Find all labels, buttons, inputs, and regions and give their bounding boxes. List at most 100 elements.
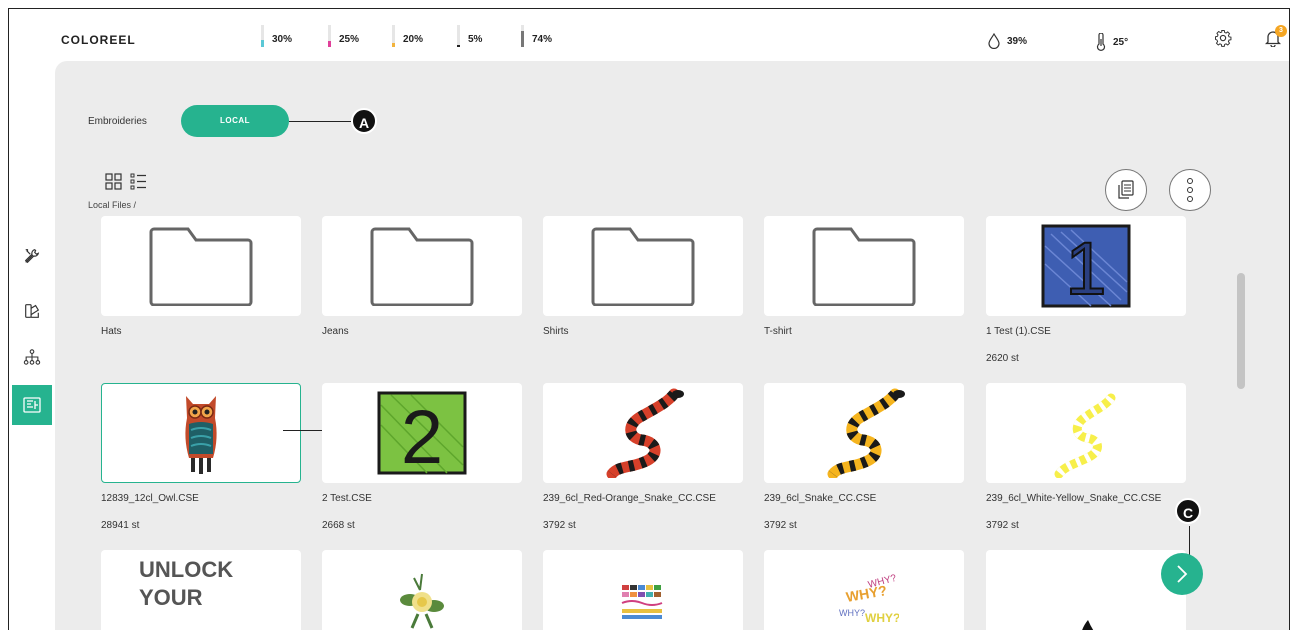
folder-card[interactable]: Jeans xyxy=(322,216,522,337)
ink-value: 5% xyxy=(468,34,483,45)
file-card-selected[interactable]: 12839_12cl_Owl.CSE 28941 st xyxy=(101,383,301,531)
file-card[interactable] xyxy=(986,550,1186,630)
next-page-button[interactable] xyxy=(1161,553,1203,595)
callout-c: C xyxy=(1175,498,1201,524)
gear-icon xyxy=(1215,30,1232,47)
file-card[interactable]: 1 1 Test (1).CSE 2620 st xyxy=(986,216,1186,364)
folder-icon xyxy=(370,227,474,306)
ink-fill-3 xyxy=(457,45,460,47)
sidebar-item-embroidery[interactable] xyxy=(12,385,52,425)
file-thumbnail[interactable] xyxy=(543,550,743,630)
file-thumbnail[interactable] xyxy=(764,216,964,316)
humidity-readout: 39% xyxy=(987,33,1027,49)
svg-text:1: 1 xyxy=(1065,227,1106,308)
flower-preview xyxy=(400,573,444,629)
temperature-readout: 25° xyxy=(1095,33,1128,51)
owl-embroidery-preview xyxy=(185,396,217,474)
red-snake-preview xyxy=(606,388,684,478)
unlock-text-preview: UNLOCK YOUR xyxy=(101,550,233,612)
file-thumbnail[interactable]: UNLOCK YOUR xyxy=(101,550,301,630)
breadcrumb[interactable]: Local Files / xyxy=(88,200,136,210)
sidebar-item-network[interactable] xyxy=(12,337,52,377)
file-name: Hats xyxy=(101,326,122,337)
file-thumbnail[interactable]: WHY? WHY? WHY? WHY? xyxy=(764,550,964,630)
file-thumbnail[interactable] xyxy=(101,383,301,483)
file-name: 239_6cl_Snake_CC.CSE xyxy=(764,493,877,504)
grid-view-icon[interactable] xyxy=(105,173,122,190)
file-thumbnail[interactable] xyxy=(543,216,743,316)
view-toggle xyxy=(105,173,147,190)
ink-value: 74% xyxy=(532,34,553,45)
file-thumbnail[interactable] xyxy=(101,216,301,316)
chevron-right-icon xyxy=(1177,565,1188,583)
settings-button[interactable] xyxy=(1214,29,1232,52)
why-text-preview: WHY? WHY? WHY? WHY? xyxy=(839,573,899,625)
folder-icon xyxy=(591,227,695,306)
ink-fill-2 xyxy=(392,43,395,47)
more-vertical-icon xyxy=(1187,178,1193,202)
vertical-scrollbar[interactable] xyxy=(1237,273,1245,389)
more-options-button[interactable] xyxy=(1169,169,1211,211)
file-name: 239_6cl_White-Yellow_Snake_CC.CSE xyxy=(986,493,1162,504)
section-label: Embroideries xyxy=(88,116,147,127)
sidebar-item-palette[interactable] xyxy=(12,291,52,331)
file-thumbnail[interactable] xyxy=(322,216,522,316)
ink-level-magenta: 25% xyxy=(328,25,359,49)
embroidery-preview-2: 2 xyxy=(377,391,467,475)
stitch-count: 2620 st xyxy=(986,353,1019,364)
app-logo: COLOREEL xyxy=(61,33,136,47)
ink-value: 20% xyxy=(403,34,424,45)
ink-value: 30% xyxy=(272,34,293,45)
sidebar-item-tools[interactable] xyxy=(12,236,52,276)
stitch-count: 2668 st xyxy=(322,520,355,531)
folder-card[interactable]: T-shirt xyxy=(764,216,964,337)
preview-text-line: YOUR xyxy=(139,585,203,610)
file-card[interactable]: UNLOCK YOUR xyxy=(101,550,301,630)
why-word: WHY? xyxy=(845,582,888,605)
file-thumbnail[interactable]: 1 xyxy=(986,216,1186,316)
ink-level-gray: 74% xyxy=(521,25,552,49)
ink-level-cyan: 30% xyxy=(261,25,292,49)
ink-fill-1 xyxy=(328,41,331,47)
embroidery-preview-1: 1 xyxy=(1041,224,1131,308)
svg-text:2: 2 xyxy=(401,395,443,475)
file-thumbnail[interactable] xyxy=(764,383,964,483)
file-name: 1 Test (1).CSE xyxy=(986,326,1051,337)
list-view-icon[interactable] xyxy=(130,173,147,190)
file-thumbnail[interactable] xyxy=(322,550,522,630)
file-card[interactable]: 239_6cl_Red-Orange_Snake_CC.CSE 3792 st xyxy=(543,383,743,531)
file-thumbnail[interactable] xyxy=(986,550,1186,630)
temperature-value: 25° xyxy=(1113,36,1129,48)
thermometer-icon xyxy=(1096,33,1106,51)
file-card[interactable] xyxy=(543,550,743,630)
folder-card[interactable]: Hats xyxy=(101,216,301,337)
droplet-icon xyxy=(988,33,1000,49)
notification-badge: 3 xyxy=(1275,25,1287,37)
network-icon xyxy=(23,349,41,365)
stitch-count: 3792 st xyxy=(986,520,1019,531)
file-card[interactable]: 239_6cl_White-Yellow_Snake_CC.CSE 3792 s… xyxy=(986,383,1186,531)
file-card[interactable]: 2 2 Test.CSE 2668 st xyxy=(322,383,522,531)
file-card[interactable]: WHY? WHY? WHY? WHY? xyxy=(764,550,964,630)
file-thumbnail[interactable] xyxy=(543,383,743,483)
local-source-button[interactable]: LOCAL xyxy=(181,105,289,137)
file-name: 2 Test.CSE xyxy=(322,493,372,504)
file-name: Shirts xyxy=(543,326,569,337)
file-thumbnail[interactable]: 2 xyxy=(322,383,522,483)
main-panel: Embroideries LOCAL A Local Files / Hats xyxy=(55,61,1289,630)
notifications-button[interactable]: 3 xyxy=(1264,25,1287,52)
embroidery-machine-icon xyxy=(23,397,41,413)
file-card[interactable]: 239_6cl_Snake_CC.CSE 3792 st xyxy=(764,383,964,531)
folder-icon xyxy=(149,227,253,306)
ink-value: 25% xyxy=(339,34,360,45)
file-card[interactable] xyxy=(322,550,522,630)
import-files-button[interactable] xyxy=(1105,169,1147,211)
copy-files-icon xyxy=(1118,180,1134,199)
file-thumbnail[interactable] xyxy=(986,383,1186,483)
palette-icon xyxy=(25,304,40,318)
folder-card[interactable]: Shirts xyxy=(543,216,743,337)
ink-level-yellow: 20% xyxy=(392,25,423,49)
ink-fill-4 xyxy=(521,31,524,47)
black-shape-preview xyxy=(1082,620,1094,630)
file-name: Jeans xyxy=(322,326,349,337)
